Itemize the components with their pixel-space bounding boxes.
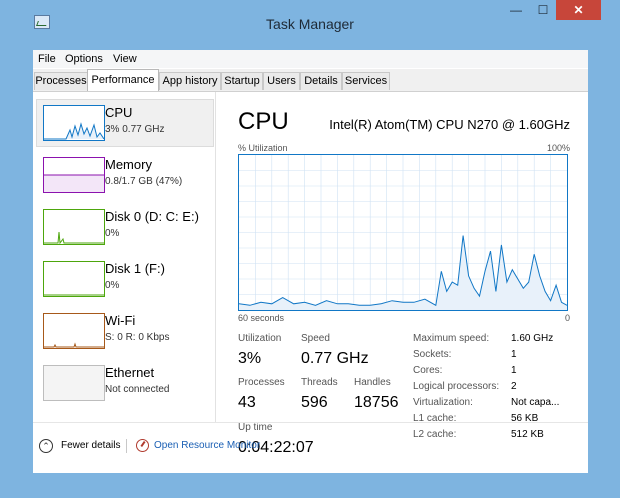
spec-label: Cores: xyxy=(413,365,443,376)
graph-time-span-label: 60 seconds xyxy=(238,313,285,323)
sidebar-item-ethernet-name: Ethernet xyxy=(105,365,155,380)
speed-value: 0.77 GHz xyxy=(301,350,369,367)
tab-details[interactable]: Details xyxy=(300,72,342,90)
resource-sidebar: CPU 3% 0.77 GHz Memory 0.8/1.7 GB (47%) … xyxy=(33,92,216,422)
ethernet-thumbnail-graph xyxy=(43,365,105,401)
sidebar-item-wifi[interactable]: Wi-Fi S: 0 R: 0 Kbps xyxy=(37,308,213,354)
speed-label: Speed xyxy=(301,333,330,344)
utilization-label: Utilization xyxy=(238,333,282,344)
spec-label: Virtualization: xyxy=(413,397,473,408)
memory-thumbnail-graph xyxy=(43,157,105,193)
tab-startup[interactable]: Startup xyxy=(221,72,263,90)
menu-view[interactable]: View xyxy=(113,53,137,65)
graph-y-max-label: 100% xyxy=(546,143,570,153)
sidebar-item-disk-1[interactable]: Disk 1 (F:) 0% xyxy=(37,256,213,302)
threads-label: Threads xyxy=(301,377,338,388)
spec-value: Not capa... xyxy=(511,397,560,408)
menu-options[interactable]: Options xyxy=(65,53,103,65)
cpu-utilization-graph xyxy=(238,154,568,311)
spec-value: 1.60 GHz xyxy=(511,333,554,344)
close-button[interactable]: ✕ xyxy=(556,0,601,20)
resource-monitor-icon[interactable] xyxy=(136,439,149,452)
sidebar-item-memory[interactable]: Memory 0.8/1.7 GB (47%) xyxy=(37,152,213,198)
sidebar-item-disk-0-sub: 0% xyxy=(105,228,120,239)
fewer-details-link[interactable]: Fewer details xyxy=(61,440,120,451)
tab-services[interactable]: Services xyxy=(342,72,390,90)
threads-value: 596 xyxy=(301,394,328,411)
open-resource-monitor-link[interactable]: Open Resource Monitor xyxy=(154,440,260,451)
spec-value: 1 xyxy=(511,365,517,376)
cpu-thumbnail-graph xyxy=(43,105,105,141)
chevron-up-icon[interactable]: ⌃ xyxy=(39,439,53,453)
footer-separator xyxy=(126,439,127,453)
sidebar-item-disk-1-sub: 0% xyxy=(105,280,120,291)
title-bar[interactable]: Task Manager — ☐ ✕ xyxy=(0,0,620,48)
page-title: CPU xyxy=(238,108,289,135)
graph-x-end-label: 0 xyxy=(564,313,570,323)
footer-bar: ⌃ Fewer details Open Resource Monitor xyxy=(33,422,588,474)
spec-label: Logical processors: xyxy=(413,381,500,392)
menu-file[interactable]: File xyxy=(38,53,56,65)
sidebar-item-cpu-name: CPU xyxy=(105,105,133,120)
minimize-button[interactable]: — xyxy=(503,0,529,20)
spec-value: 1 xyxy=(511,349,517,360)
graph-y-axis-label: % Utilization xyxy=(238,143,288,153)
sidebar-item-wifi-name: Wi-Fi xyxy=(105,313,136,328)
processes-value: 43 xyxy=(238,394,256,411)
sidebar-item-disk-0[interactable]: Disk 0 (D: C: E:) 0% xyxy=(37,204,213,250)
tab-app-history[interactable]: App history xyxy=(159,72,221,90)
sidebar-item-disk-1-name: Disk 1 (F:) xyxy=(105,261,165,276)
tab-users[interactable]: Users xyxy=(263,72,300,90)
sidebar-item-memory-name: Memory xyxy=(105,157,152,172)
sidebar-item-cpu-sub: 3% 0.77 GHz xyxy=(105,124,165,135)
sidebar-item-disk-0-name: Disk 0 (D: C: E:) xyxy=(105,209,199,224)
task-manager-window: Task Manager — ☐ ✕ File Options View Pro… xyxy=(0,0,620,498)
sidebar-item-wifi-sub: S: 0 R: 0 Kbps xyxy=(105,332,170,343)
disk0-thumbnail-graph xyxy=(43,209,105,245)
tab-processes[interactable]: Processes xyxy=(34,72,88,90)
cpu-utilization-svg xyxy=(238,155,568,310)
maximize-button[interactable]: ☐ xyxy=(530,0,556,20)
spec-label: Sockets: xyxy=(413,349,452,360)
handles-value: 18756 xyxy=(354,394,399,411)
utilization-value: 3% xyxy=(238,350,262,367)
tab-performance[interactable]: Performance xyxy=(87,69,159,91)
sidebar-item-ethernet-sub: Not connected xyxy=(105,384,170,395)
processes-label: Processes xyxy=(238,377,285,388)
client-area: File Options View Processes Performance … xyxy=(33,50,588,473)
cpu-model-name: Intel(R) Atom(TM) CPU N270 @ 1.60GHz xyxy=(329,117,570,132)
sidebar-item-memory-sub: 0.8/1.7 GB (47%) xyxy=(105,176,183,187)
cpu-detail-panel: CPU Intel(R) Atom(TM) CPU N270 @ 1.60GHz… xyxy=(216,92,588,456)
menu-bar: File Options View xyxy=(33,50,588,68)
sidebar-item-cpu[interactable]: CPU 3% 0.77 GHz xyxy=(36,99,214,147)
handles-label: Handles xyxy=(354,377,391,388)
wifi-thumbnail-graph xyxy=(43,313,105,349)
tab-strip: Processes Performance App history Startu… xyxy=(33,69,588,92)
spec-value: 2 xyxy=(511,381,517,392)
disk1-thumbnail-graph xyxy=(43,261,105,297)
sidebar-item-ethernet[interactable]: Ethernet Not connected xyxy=(37,360,213,406)
spec-label: Maximum speed: xyxy=(413,333,490,344)
